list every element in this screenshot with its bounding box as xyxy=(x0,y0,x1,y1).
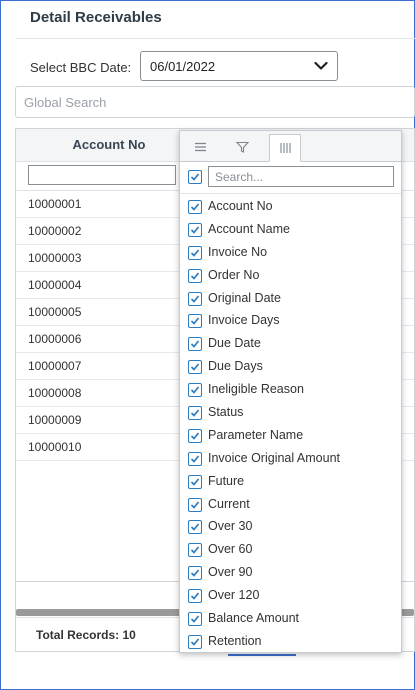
column-search-placeholder: Search... xyxy=(215,170,264,184)
pager-link[interactable] xyxy=(228,654,296,656)
column-option-label: Retention xyxy=(208,633,262,648)
checkbox-checked-icon[interactable] xyxy=(188,428,202,443)
checkbox-checked-icon[interactable] xyxy=(188,268,202,283)
bbc-date-value: 06/01/2022 xyxy=(150,59,216,74)
column-option-label: Invoice Original Amount xyxy=(208,450,341,465)
column-option[interactable]: Future xyxy=(180,471,401,494)
column-list: Account No Account Name Invoice No Order No… xyxy=(180,196,401,654)
bbc-date-select[interactable]: 06/01/2022 xyxy=(140,51,338,81)
column-header-account-no[interactable]: Account No xyxy=(16,129,202,161)
column-option-label: Future xyxy=(208,473,245,488)
column-option[interactable]: Account Name xyxy=(180,219,401,242)
column-option-label: Ineligible Reason xyxy=(208,382,304,397)
column-option-label: Parameter Name xyxy=(208,427,304,442)
column-menu: Search... Account No Account Name Invoice … xyxy=(179,130,402,653)
column-option-label: Over 60 xyxy=(208,542,253,557)
column-option[interactable]: Invoice No xyxy=(180,242,401,265)
column-option[interactable]: Invoice Days xyxy=(180,310,401,333)
checkbox-checked-icon[interactable] xyxy=(188,383,202,398)
column-option-label: Invoice Days xyxy=(208,313,280,328)
total-records-label: Total Records: xyxy=(36,628,120,642)
columns-icon[interactable] xyxy=(269,134,301,162)
checkbox-checked-icon[interactable] xyxy=(188,291,202,306)
column-option[interactable]: Invoice Original Amount xyxy=(180,448,401,471)
column-menu-divider xyxy=(180,193,401,194)
global-search-placeholder: Global Search xyxy=(24,95,107,110)
checkbox-checked-icon[interactable] xyxy=(188,406,202,421)
column-option[interactable]: Over 120 xyxy=(180,585,401,608)
column-option[interactable]: Original Date xyxy=(180,288,401,311)
checkbox-checked-icon[interactable] xyxy=(188,543,202,558)
page-title: Detail Receivables xyxy=(30,9,162,26)
column-search-input[interactable]: Search... xyxy=(208,166,394,187)
column-search-row: Search... xyxy=(180,161,401,191)
checkbox-checked-icon[interactable] xyxy=(188,566,202,581)
column-menu-tabs xyxy=(180,131,401,162)
column-option-label: Due Date xyxy=(208,336,261,351)
column-option-label: Invoice No xyxy=(208,244,268,259)
column-option-label: Account Name xyxy=(208,221,290,236)
column-option[interactable]: Due Days xyxy=(180,356,401,379)
menu-icon[interactable] xyxy=(185,134,217,161)
checkbox-checked-icon[interactable] xyxy=(188,245,202,260)
column-option[interactable]: Balance Amount xyxy=(180,608,401,631)
column-option[interactable]: Order No xyxy=(180,265,401,288)
column-option[interactable]: Account No xyxy=(180,196,401,219)
column-option-label: Due Days xyxy=(208,359,263,374)
checkbox-checked-icon[interactable] xyxy=(188,451,202,466)
title-divider xyxy=(16,38,415,39)
column-option-label: Balance Amount xyxy=(208,611,300,626)
checkbox-checked-icon[interactable] xyxy=(188,634,202,649)
checkbox-checked-icon[interactable] xyxy=(188,222,202,237)
select-all-checkbox[interactable] xyxy=(188,170,202,184)
total-records-value: 10 xyxy=(122,628,136,642)
column-option-label: Over 90 xyxy=(208,565,253,580)
column-option-label: Over 30 xyxy=(208,519,253,534)
filter-icon[interactable] xyxy=(227,134,259,161)
column-option[interactable]: Over 30 xyxy=(180,516,401,539)
checkbox-checked-icon[interactable] xyxy=(188,589,202,604)
column-option[interactable]: Parameter Name xyxy=(180,425,401,448)
checkbox-checked-icon[interactable] xyxy=(188,497,202,512)
checkbox-checked-icon[interactable] xyxy=(188,612,202,627)
checkbox-checked-icon[interactable] xyxy=(188,337,202,352)
bbc-date-label: Select BBC Date: xyxy=(30,60,132,75)
chevron-down-icon xyxy=(314,61,328,70)
checkbox-checked-icon[interactable] xyxy=(188,314,202,329)
checkbox-checked-icon[interactable] xyxy=(188,520,202,535)
column-option-label: Original Date xyxy=(208,290,281,305)
column-option-label: Order No xyxy=(208,267,260,282)
column-option[interactable]: Over 90 xyxy=(180,562,401,585)
column-option-label: Current xyxy=(208,496,250,511)
checkbox-checked-icon[interactable] xyxy=(188,200,202,214)
column-option-label: Status xyxy=(208,405,244,420)
column-option[interactable]: Ineligible Reason xyxy=(180,379,401,402)
column-option[interactable]: Current xyxy=(180,494,401,517)
column-option-label: Over 120 xyxy=(208,588,260,603)
column-option[interactable]: Due Date xyxy=(180,333,401,356)
checkbox-checked-icon[interactable] xyxy=(188,360,202,375)
global-search-input[interactable]: Global Search xyxy=(15,86,415,118)
column-option[interactable]: Retention xyxy=(180,631,401,654)
column-option[interactable]: Status xyxy=(180,402,401,425)
account-no-filter-input[interactable] xyxy=(28,165,176,185)
column-option-label: Account No xyxy=(208,199,273,213)
total-records: Total Records: 10 xyxy=(36,628,136,642)
checkbox-checked-icon[interactable] xyxy=(188,474,202,489)
column-option[interactable]: Over 60 xyxy=(180,539,401,562)
